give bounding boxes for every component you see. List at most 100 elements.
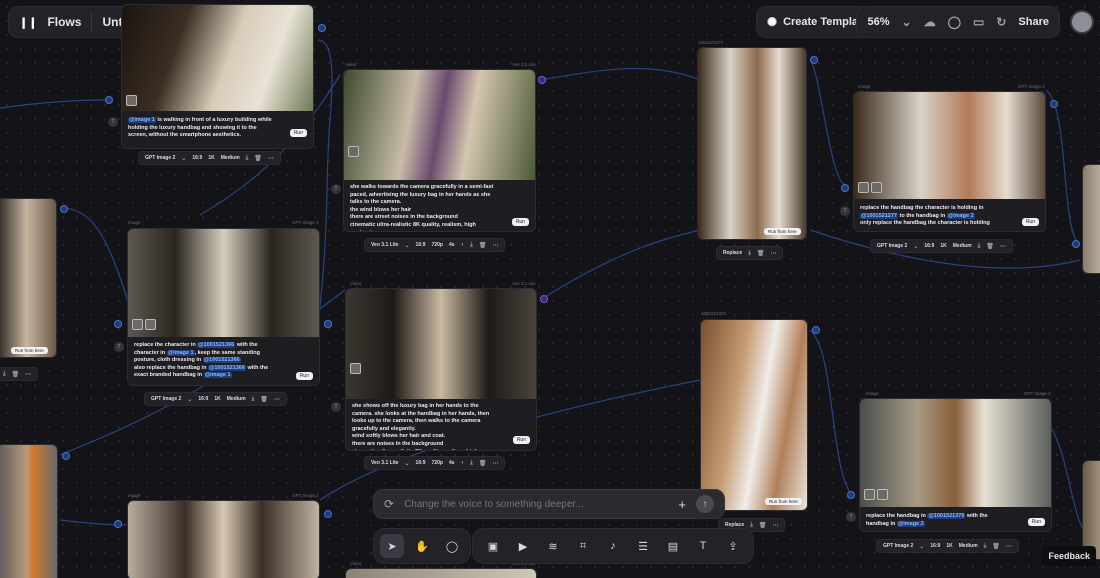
text-port[interactable]: T — [846, 512, 856, 522]
thumb[interactable] — [858, 182, 869, 193]
cloud-icon[interactable]: ☁ — [924, 15, 936, 29]
comment-tool-icon[interactable]: ◯ — [440, 534, 464, 558]
refresh-icon[interactable]: ↻ — [996, 15, 1006, 29]
thumb[interactable] — [145, 319, 156, 330]
plus-icon[interactable]: + — [678, 497, 686, 512]
node-card-6[interactable]: replace the handbag the character is hol… — [853, 91, 1046, 232]
run-button[interactable]: Run — [511, 218, 529, 226]
quality[interactable]: Medium — [227, 396, 246, 402]
feedback-button[interactable]: Feedback — [1042, 546, 1096, 566]
audio-icon[interactable]: ◖ — [461, 460, 465, 466]
folder-icon[interactable]: ▭ — [973, 15, 984, 29]
output-port[interactable] — [324, 510, 332, 518]
node-card-5[interactable]: Run from here — [697, 47, 807, 240]
select-tool-icon[interactable]: ➤ — [380, 534, 404, 558]
send-button[interactable]: ↑ — [696, 495, 714, 513]
input-port[interactable] — [114, 320, 122, 328]
thumb[interactable] — [350, 363, 361, 374]
output-port[interactable] — [324, 320, 332, 328]
node-card-partial-left[interactable]: Run from here — [0, 198, 57, 358]
model-select[interactable]: GPT Image 2 — [145, 155, 175, 161]
app-name[interactable]: Flows — [47, 15, 81, 29]
download-icon[interactable]: ⤓ — [978, 243, 981, 250]
audio-icon[interactable]: ◖ — [461, 242, 465, 248]
thumb[interactable] — [348, 146, 359, 157]
thumb[interactable] — [877, 489, 888, 500]
aspect-ratio[interactable]: 16:9 — [416, 242, 426, 248]
model-select[interactable]: Veo 3.1 Lite — [371, 242, 399, 248]
text-port[interactable]: T — [331, 184, 341, 194]
run-from-here-button[interactable]: Run from here — [765, 498, 802, 505]
more-icon[interactable]: ⋯ — [492, 242, 498, 249]
node-card-9[interactable] — [127, 500, 320, 578]
run-button[interactable]: Run — [295, 372, 313, 380]
thumb[interactable] — [864, 489, 875, 500]
more-icon[interactable]: ⋯ — [1000, 243, 1006, 250]
aspect-ratio[interactable]: 16:9 — [924, 243, 934, 249]
trash-icon[interactable]: 🗑 — [479, 460, 487, 467]
run-button[interactable]: Run — [1021, 218, 1039, 226]
resolution[interactable]: 720p — [432, 242, 443, 248]
node-card-partial-right-2[interactable] — [1082, 460, 1100, 560]
run-from-here-button[interactable]: Run from here — [764, 228, 801, 235]
text-port[interactable]: T — [331, 402, 341, 412]
trash-icon[interactable]: 🗑 — [757, 250, 765, 257]
text-port[interactable]: T — [840, 206, 850, 216]
output-port[interactable] — [318, 24, 326, 32]
node-prompt[interactable]: replace the handbag the character is hol… — [860, 205, 1005, 228]
text-node-icon[interactable]: T — [691, 534, 715, 558]
trash-icon[interactable]: 🗑 — [254, 155, 262, 162]
replace-button[interactable]: Replace — [723, 250, 742, 256]
node-prompt[interactable]: replace the character in @1001521366 wit… — [134, 342, 279, 380]
resolution[interactable]: 1K — [214, 396, 220, 402]
node-card-4[interactable]: she shows off the luxury bag in her hand… — [345, 288, 537, 451]
input-port[interactable] — [841, 184, 849, 192]
zoom-level[interactable]: 56% — [867, 16, 889, 28]
audio-node-icon[interactable]: ≋ — [541, 534, 565, 558]
duration[interactable]: 4s — [449, 460, 455, 466]
trash-icon[interactable]: 🗑 — [759, 522, 767, 529]
caption-node-icon[interactable]: ▤ — [661, 534, 685, 558]
run-button[interactable]: Run — [1027, 518, 1045, 526]
quality[interactable]: Medium — [953, 243, 972, 249]
comment-icon[interactable]: ◯ — [948, 15, 961, 29]
quality[interactable]: Medium — [221, 155, 240, 161]
output-port[interactable] — [62, 452, 70, 460]
hand-tool-icon[interactable]: ✋ — [410, 534, 434, 558]
run-button[interactable]: Run — [512, 436, 530, 444]
model-select[interactable]: GPT Image 2 — [883, 543, 913, 549]
aspect-ratio[interactable]: 16:9 — [198, 396, 208, 402]
node-prompt[interactable]: @image 1 is walking in front of a luxury… — [128, 117, 273, 140]
download-icon[interactable]: ⤓ — [470, 242, 473, 249]
node-card-3[interactable]: replace the character in @1001521366 wit… — [127, 228, 320, 386]
resolution[interactable]: 1K — [940, 243, 946, 249]
more-icon[interactable]: ⋯ — [25, 371, 31, 378]
node-card-8[interactable]: replace the handbag in @1001521376 with … — [859, 398, 1052, 532]
node-prompt[interactable]: replace the handbag in @1001521376 with … — [866, 513, 1011, 528]
music-node-icon[interactable]: ♪ — [601, 534, 625, 558]
aspect-ratio[interactable]: 16:9 — [930, 543, 940, 549]
more-icon[interactable]: ⋯ — [492, 460, 498, 467]
run-from-here-button[interactable]: Run from here — [11, 347, 48, 354]
node-prompt[interactable]: she shows off the luxury bag in her hand… — [352, 403, 496, 450]
output-port[interactable] — [538, 76, 546, 84]
thumb[interactable] — [871, 182, 882, 193]
image-node-icon[interactable]: ▣ — [481, 534, 505, 558]
more-icon[interactable]: ⋯ — [274, 396, 280, 403]
node-card-2[interactable]: she walks towards the camera gracefully … — [343, 69, 536, 232]
more-icon[interactable]: ⋯ — [268, 155, 274, 162]
input-port[interactable] — [847, 491, 855, 499]
run-button[interactable]: Run — [289, 129, 307, 137]
aspect-ratio[interactable]: 16:9 — [416, 460, 426, 466]
resolution[interactable]: 720p — [432, 460, 443, 466]
text-port[interactable]: T — [108, 117, 118, 127]
resolution[interactable]: 1K — [946, 543, 952, 549]
model-select[interactable]: GPT Image 2 — [151, 396, 181, 402]
download-icon[interactable]: ⤓ — [252, 396, 255, 403]
input-port[interactable] — [1072, 240, 1080, 248]
more-icon[interactable]: ⋯ — [770, 250, 776, 257]
list-node-icon[interactable]: ☰ — [631, 534, 655, 558]
model-select[interactable]: Veo 3.1 Lite — [371, 460, 399, 466]
download-icon[interactable]: ⤓ — [246, 155, 249, 162]
download-icon[interactable]: ⤓ — [750, 522, 753, 529]
